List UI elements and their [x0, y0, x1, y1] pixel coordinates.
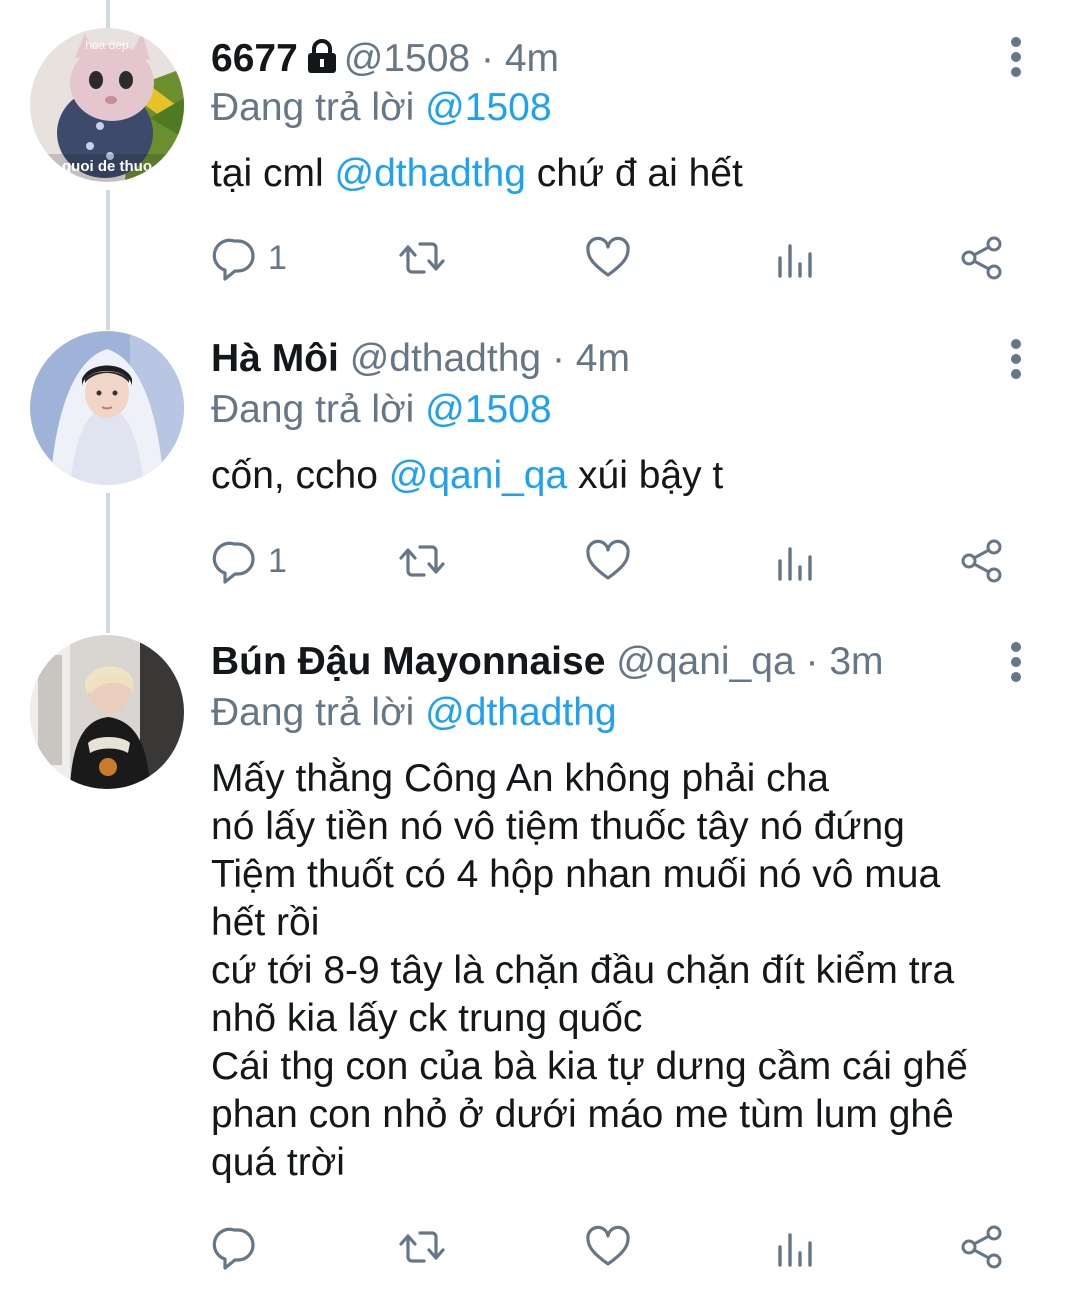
tweet-text: Mấy thằng Công An không phải cha nó lấy … — [211, 755, 1041, 1187]
tweet-text-line: Tiệm thuốt có 4 hộp nhan muối nó vô mua — [211, 853, 941, 896]
share-button[interactable] — [958, 1217, 1006, 1277]
tweet-text-line: Mấy thằng Công An không phải cha — [211, 757, 829, 800]
tweet-text-line: phan con nhỏ ở dưới máo me tùm lum ghê — [211, 1093, 954, 1136]
tweet-text-line: cứ tới 8-9 tây là chặn đầu chặn đít kiểm… — [211, 949, 955, 992]
replying-to-mention[interactable]: @dthadthg — [425, 691, 616, 734]
retweet-button[interactable] — [398, 1217, 446, 1277]
reply-icon — [212, 1227, 255, 1270]
share-icon — [961, 1225, 1002, 1269]
avatar-image — [30, 635, 184, 789]
replying-to: Đang trả lời @dthadthg — [211, 689, 617, 737]
retweet-icon — [399, 1231, 445, 1263]
analytics-button[interactable] — [771, 1217, 819, 1277]
tweet-text-line: Cái thg con của bà kia tự dưng cầm cái g… — [211, 1045, 968, 1088]
like-icon — [586, 1225, 630, 1266]
like-button[interactable] — [584, 1217, 632, 1277]
tweet-header: Bún Đậu Mayonnaise @qani_qa · 3m — [211, 638, 884, 686]
replying-to-label: Đang trả lời — [211, 691, 415, 734]
tweet-text-line: nó lấy tiền nó vô tiệm thuốc tây nó đứng — [211, 805, 905, 848]
tweet[interactable]: Bún Đậu Mayonnaise @qani_qa · 3m Đang tr… — [0, 0, 1079, 1289]
tweet-text-line: quá trời — [211, 1141, 345, 1184]
tweet-text-line: hết rồi — [211, 901, 320, 944]
more-icon[interactable] — [1006, 642, 1028, 684]
avatar[interactable] — [30, 635, 184, 789]
reply-button[interactable] — [212, 1217, 268, 1277]
analytics-icon — [778, 1233, 812, 1267]
display-name[interactable]: Bún Đậu Mayonnaise — [211, 640, 605, 683]
separator: · — [805, 640, 819, 683]
tweet-text-line: nhõ kia lấy ck trung quốc — [211, 997, 643, 1040]
timestamp[interactable]: 3m — [829, 640, 883, 683]
action-bar — [0, 1217, 1079, 1277]
handle[interactable]: @qani_qa — [616, 640, 794, 683]
